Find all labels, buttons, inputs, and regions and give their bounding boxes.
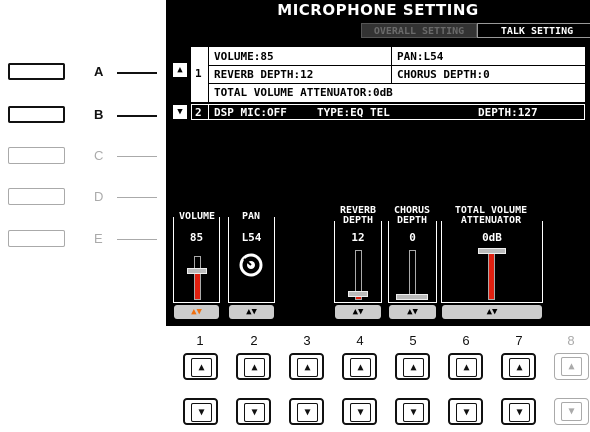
button-8-down[interactable]: ▼ — [554, 398, 589, 425]
tab-talk-setting[interactable]: TALK SETTING — [477, 23, 590, 38]
set1-pan: PAN:L54 — [397, 50, 444, 63]
side-line-b — [117, 115, 157, 117]
arrow-down-icon: ▼ — [350, 403, 371, 422]
arrow-up-icon: ▲ — [350, 358, 371, 377]
side-button-d[interactable] — [8, 188, 65, 205]
page-title: MICROPHONE SETTING — [277, 1, 479, 19]
side-button-b[interactable] — [8, 106, 65, 123]
arrow-up-icon: ▲ — [191, 358, 212, 377]
pan-knob-icon[interactable] — [238, 252, 264, 278]
column-number-2: 2 — [250, 333, 258, 348]
arrow-down-icon: ▼ — [244, 403, 265, 422]
volume-value: 85 — [189, 231, 204, 244]
side-label-c: C — [94, 148, 104, 163]
button-6-down[interactable]: ▼ — [448, 398, 483, 425]
button-1-down[interactable]: ▼ — [183, 398, 218, 425]
volume-updown-button[interactable]: ▲▼ — [174, 305, 219, 319]
button-3-down[interactable]: ▼ — [289, 398, 324, 425]
arrow-down-icon: ▼ — [561, 402, 582, 421]
arrow-down-icon: ▼ — [191, 403, 212, 422]
attenuator-updown-button[interactable]: ▲▼ — [442, 305, 542, 319]
arrow-down-icon: ▼ — [456, 403, 477, 422]
side-label-b: B — [94, 107, 104, 122]
side-button-a[interactable] — [8, 63, 65, 80]
column-number-4: 4 — [356, 333, 364, 348]
side-label-d: D — [94, 189, 104, 204]
side-line-a — [117, 72, 157, 74]
button-3-up[interactable]: ▲ — [289, 353, 324, 380]
arrow-up-icon: ▲ — [561, 357, 582, 376]
pan-value: L54 — [241, 231, 262, 244]
side-label-e: E — [94, 231, 103, 246]
attenuator-value: 0dB — [482, 231, 502, 244]
pan-updown-button[interactable]: ▲▼ — [229, 305, 274, 319]
arrow-up-icon: ▲ — [456, 358, 477, 377]
arrow-up-icon: ▲ — [244, 358, 265, 377]
set1-total-volume-attenuator: TOTAL VOLUME ATTENUATOR:0dB — [214, 86, 393, 99]
set2-type: TYPE:EQ TEL — [317, 106, 390, 119]
button-7-up[interactable]: ▲ — [501, 353, 536, 380]
arrow-down-icon: ▼ — [297, 403, 318, 422]
column-number-1: 1 — [196, 333, 204, 348]
column-number-6: 6 — [462, 333, 470, 348]
side-line-d — [117, 197, 157, 198]
side-button-c[interactable] — [8, 147, 65, 164]
reverb-depth-value: 12 — [351, 231, 365, 244]
talk-setting-1[interactable]: 1 VOLUME:85 PAN:L54 REVERB DEPTH:12 CHOR… — [191, 47, 585, 102]
button-4-down[interactable]: ▼ — [342, 398, 377, 425]
button-2-up[interactable]: ▲ — [236, 353, 271, 380]
scroll-down-icon[interactable]: ▼ — [173, 105, 187, 119]
tab-overall-setting[interactable]: OVERALL SETTING — [361, 23, 477, 38]
side-line-c — [117, 156, 157, 157]
set1-volume: VOLUME:85 — [214, 50, 274, 63]
set1-reverb-depth: REVERB DEPTH:12 — [214, 68, 314, 81]
column-number-3: 3 — [303, 333, 311, 348]
button-7-down[interactable]: ▼ — [501, 398, 536, 425]
button-5-down[interactable]: ▼ — [395, 398, 430, 425]
set1-chorus-depth: CHORUS DEPTH:0 — [397, 68, 490, 81]
set-number: 1 — [195, 67, 202, 80]
button-8-up[interactable]: ▲ — [554, 353, 589, 380]
scroll-up-icon[interactable]: ▲ — [173, 63, 187, 77]
arrow-down-icon: ▼ — [403, 403, 424, 422]
set2-dsp-mic: DSP MIC:OFF — [214, 106, 287, 119]
side-line-e — [117, 239, 157, 240]
arrow-down-icon: ▼ — [509, 403, 530, 422]
side-button-e[interactable] — [8, 230, 65, 247]
set2-depth: DEPTH:127 — [478, 106, 538, 119]
button-4-up[interactable]: ▲ — [342, 353, 377, 380]
talk-setting-2[interactable]: 2 DSP MIC:OFF TYPE:EQ TEL DEPTH:127 — [191, 104, 585, 120]
arrow-up-icon: ▲ — [297, 358, 318, 377]
chorus-slider-knob[interactable] — [396, 294, 428, 300]
button-1-up[interactable]: ▲ — [183, 353, 218, 380]
attenuator-slider-knob[interactable] — [478, 248, 506, 254]
column-number-8: 8 — [567, 333, 575, 348]
column-number-7: 7 — [515, 333, 523, 348]
chorus-slider-track[interactable] — [409, 250, 416, 300]
chorus-depth-value: 0 — [409, 231, 416, 244]
button-6-up[interactable]: ▲ — [448, 353, 483, 380]
arrow-up-icon: ▲ — [403, 358, 424, 377]
volume-slider-fill — [195, 271, 200, 299]
reverb-updown-button[interactable]: ▲▼ — [335, 305, 381, 319]
reverb-slider-knob[interactable] — [348, 291, 368, 297]
button-5-up[interactable]: ▲ — [395, 353, 430, 380]
set-number: 2 — [195, 106, 202, 119]
chorus-updown-button[interactable]: ▲▼ — [389, 305, 436, 319]
attenuator-slider-fill — [489, 251, 494, 299]
arrow-up-icon: ▲ — [509, 358, 530, 377]
volume-slider-knob[interactable] — [187, 268, 207, 274]
side-label-a: A — [94, 64, 104, 79]
lcd-screen: MICROPHONE SETTING OVERALL SETTING TALK … — [166, 0, 590, 326]
button-2-down[interactable]: ▼ — [236, 398, 271, 425]
column-number-5: 5 — [409, 333, 417, 348]
